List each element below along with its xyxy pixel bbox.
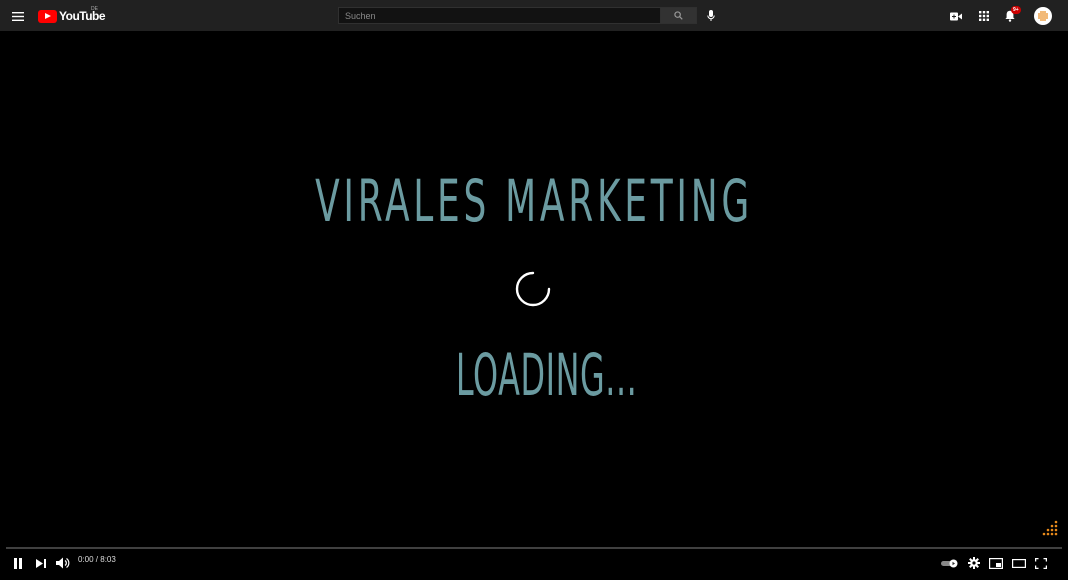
- video-player[interactable]: VIRALES MARKETING LOADING...: [0, 31, 1068, 580]
- search-bar: [338, 7, 697, 24]
- theater-mode-icon: [1012, 558, 1026, 568]
- pause-button[interactable]: [10, 553, 26, 573]
- youtube-play-icon: [38, 9, 57, 23]
- apps-button[interactable]: [976, 8, 992, 24]
- volume-button[interactable]: [55, 553, 71, 573]
- pause-icon: [14, 557, 22, 569]
- miniplayer-button[interactable]: [988, 553, 1004, 573]
- time-display: 0:00 / 8:03: [78, 555, 116, 565]
- top-bar: YouTube DE 9+: [0, 0, 1068, 31]
- create-video-button[interactable]: [948, 8, 964, 24]
- mic-icon: [707, 10, 715, 21]
- create-video-icon: [950, 12, 962, 20]
- volume-icon: [56, 557, 70, 569]
- avatar-icon: [1038, 11, 1048, 21]
- video-title-overlay: VIRALES MARKETING: [315, 167, 753, 235]
- miniplayer-icon: [989, 557, 1003, 569]
- current-time: 0:00: [78, 555, 94, 564]
- fullscreen-button[interactable]: [1033, 553, 1049, 573]
- fullscreen-icon: [1035, 557, 1047, 569]
- next-icon: [36, 558, 46, 568]
- settings-button[interactable]: [966, 553, 982, 573]
- autoplay-toggle[interactable]: [940, 553, 960, 573]
- loading-text-overlay: LOADING...: [455, 341, 638, 409]
- notification-badge: 9+: [1011, 6, 1021, 14]
- theater-mode-button[interactable]: [1010, 553, 1028, 573]
- channel-watermark-icon[interactable]: [1041, 520, 1059, 538]
- settings-gear-icon: [968, 557, 980, 569]
- next-button[interactable]: [34, 553, 48, 573]
- voice-search-button[interactable]: [704, 8, 718, 24]
- search-input[interactable]: [338, 7, 661, 24]
- avatar[interactable]: [1034, 7, 1052, 25]
- duration: 8:03: [100, 555, 116, 564]
- player-controls: 0:00 / 8:03: [0, 549, 1068, 580]
- search-button[interactable]: [661, 7, 697, 24]
- menu-icon[interactable]: [9, 7, 27, 25]
- search-icon: [674, 11, 683, 20]
- country-code: DE: [91, 6, 98, 12]
- loading-spinner-icon: [515, 271, 551, 307]
- logo-text: YouTube: [59, 9, 106, 23]
- apps-grid-icon: [979, 11, 989, 21]
- youtube-logo[interactable]: YouTube DE: [38, 6, 106, 24]
- autoplay-toggle-icon: [941, 559, 958, 567]
